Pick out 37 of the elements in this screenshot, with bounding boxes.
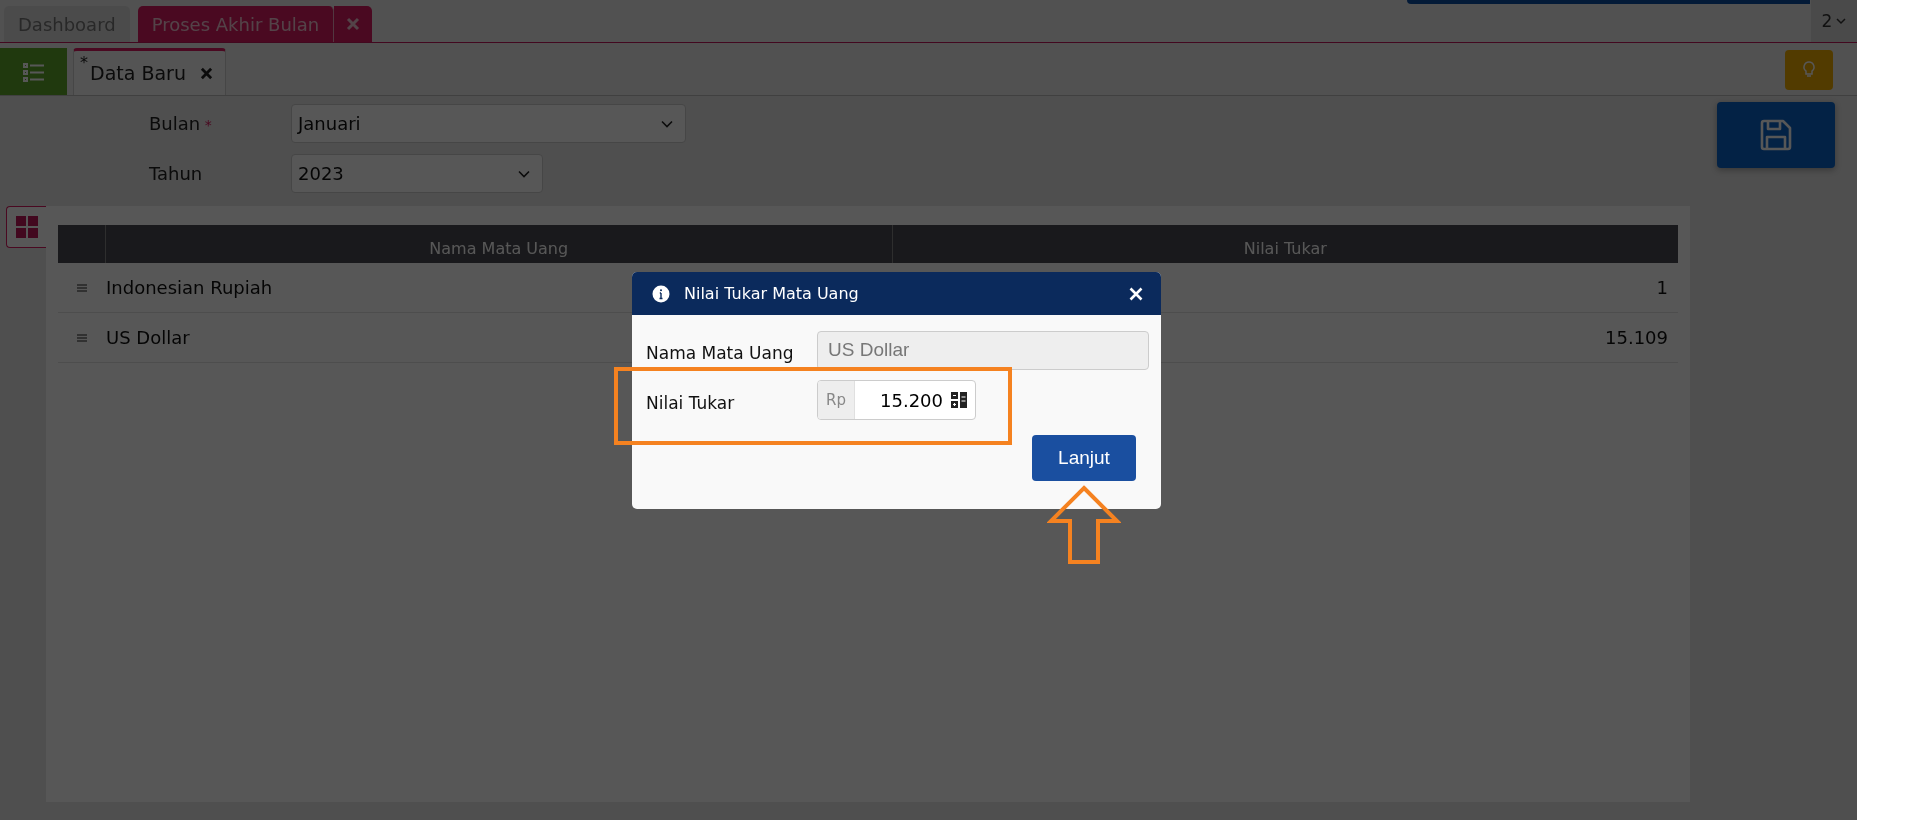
continue-button[interactable]: Lanjut bbox=[1032, 435, 1136, 481]
lightbulb-button[interactable] bbox=[1785, 50, 1833, 90]
grid-icon bbox=[15, 216, 38, 238]
select-field[interactable]: 2023 bbox=[291, 154, 543, 193]
save-button[interactable] bbox=[1717, 102, 1835, 168]
chevron-icon bbox=[518, 169, 530, 178]
chevron-icon bbox=[661, 119, 673, 128]
field-label: Tahun bbox=[149, 163, 204, 184]
amount-field[interactable]: Rp 15.200 bbox=[817, 380, 976, 420]
field-label: Nama Mata Uang bbox=[646, 342, 795, 363]
calculator-icon[interactable] bbox=[951, 392, 967, 408]
save-icon bbox=[1759, 118, 1793, 152]
info-icon bbox=[652, 284, 670, 303]
up-arrow-icon bbox=[1047, 485, 1121, 565]
menu-button[interactable] bbox=[0, 48, 67, 95]
close-icon bbox=[346, 17, 361, 31]
caret-icon bbox=[1836, 17, 1847, 25]
list-icon bbox=[22, 61, 45, 82]
tab-label: Data Baru bbox=[90, 62, 186, 84]
dialog-title: Nilai Tukar Mata Uang bbox=[684, 284, 859, 303]
lightbulb-icon bbox=[1802, 60, 1816, 80]
currency-prefix: Rp bbox=[818, 381, 855, 419]
table-cell: US Dollar bbox=[106, 327, 190, 348]
table-cell: 15.109 bbox=[1605, 327, 1668, 348]
tab-close-button[interactable] bbox=[334, 6, 373, 42]
table-cell: Indonesian Rupiah bbox=[106, 277, 273, 298]
table-cell: 1 bbox=[1656, 277, 1668, 298]
select-field[interactable]: Januari bbox=[291, 104, 686, 143]
field-label: Bulan * bbox=[149, 113, 213, 134]
modified-mark: * bbox=[80, 53, 88, 72]
field-label: Nilai Tukar bbox=[646, 392, 736, 413]
amount-value: 15.200 bbox=[879, 389, 944, 411]
document-tab[interactable]: *Data Baru bbox=[73, 48, 226, 95]
grid-view-button[interactable] bbox=[6, 206, 46, 248]
drag-handle-icon[interactable] bbox=[76, 283, 87, 292]
page-count-dropdown[interactable]: 2 bbox=[1811, 0, 1857, 42]
drag-handle-icon[interactable] bbox=[76, 333, 87, 342]
